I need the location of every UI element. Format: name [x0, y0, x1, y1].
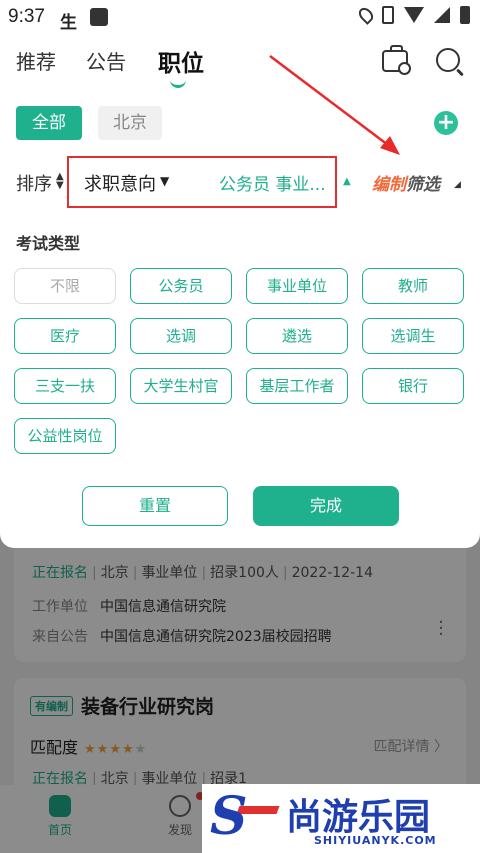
done-button[interactable]: 完成: [253, 486, 399, 526]
option-village-official[interactable]: 大学生村官: [130, 368, 232, 404]
option-teacher[interactable]: 教师: [362, 268, 464, 304]
option-medical[interactable]: 医疗: [14, 318, 116, 354]
reset-button[interactable]: 重置: [82, 486, 228, 526]
option-three-supports[interactable]: 三支一扶: [14, 368, 116, 404]
option-selected-graduate[interactable]: 选调生: [362, 318, 464, 354]
exam-type-title: 考试类型: [16, 234, 81, 253]
watermark-logo-icon: S: [210, 786, 248, 847]
option-civil-servant[interactable]: 公务员: [130, 268, 232, 304]
watermark-url: SHIYIUANYK.COM: [314, 834, 437, 847]
watermark-text: 尚游乐园: [286, 797, 431, 838]
option-bank[interactable]: 银行: [362, 368, 464, 404]
option-selection[interactable]: 选调: [130, 318, 232, 354]
option-public-welfare[interactable]: 公益性岗位: [14, 418, 116, 454]
option-grassroots-worker[interactable]: 基层工作者: [246, 368, 348, 404]
annotation-arrow: [269, 55, 400, 155]
option-unlimited[interactable]: 不限: [14, 268, 116, 304]
option-public-institution[interactable]: 事业单位: [246, 268, 348, 304]
filter-panel: 9:37 生 推荐 公告 职位 全部 北京 + 排序 ▲ ▼ 求职意向 ▼ 公务员…: [0, 0, 480, 548]
site-watermark: S 尚游乐园 SHIYIUANYK.COM: [202, 784, 480, 853]
option-transfer-selection[interactable]: 遴选: [246, 318, 348, 354]
